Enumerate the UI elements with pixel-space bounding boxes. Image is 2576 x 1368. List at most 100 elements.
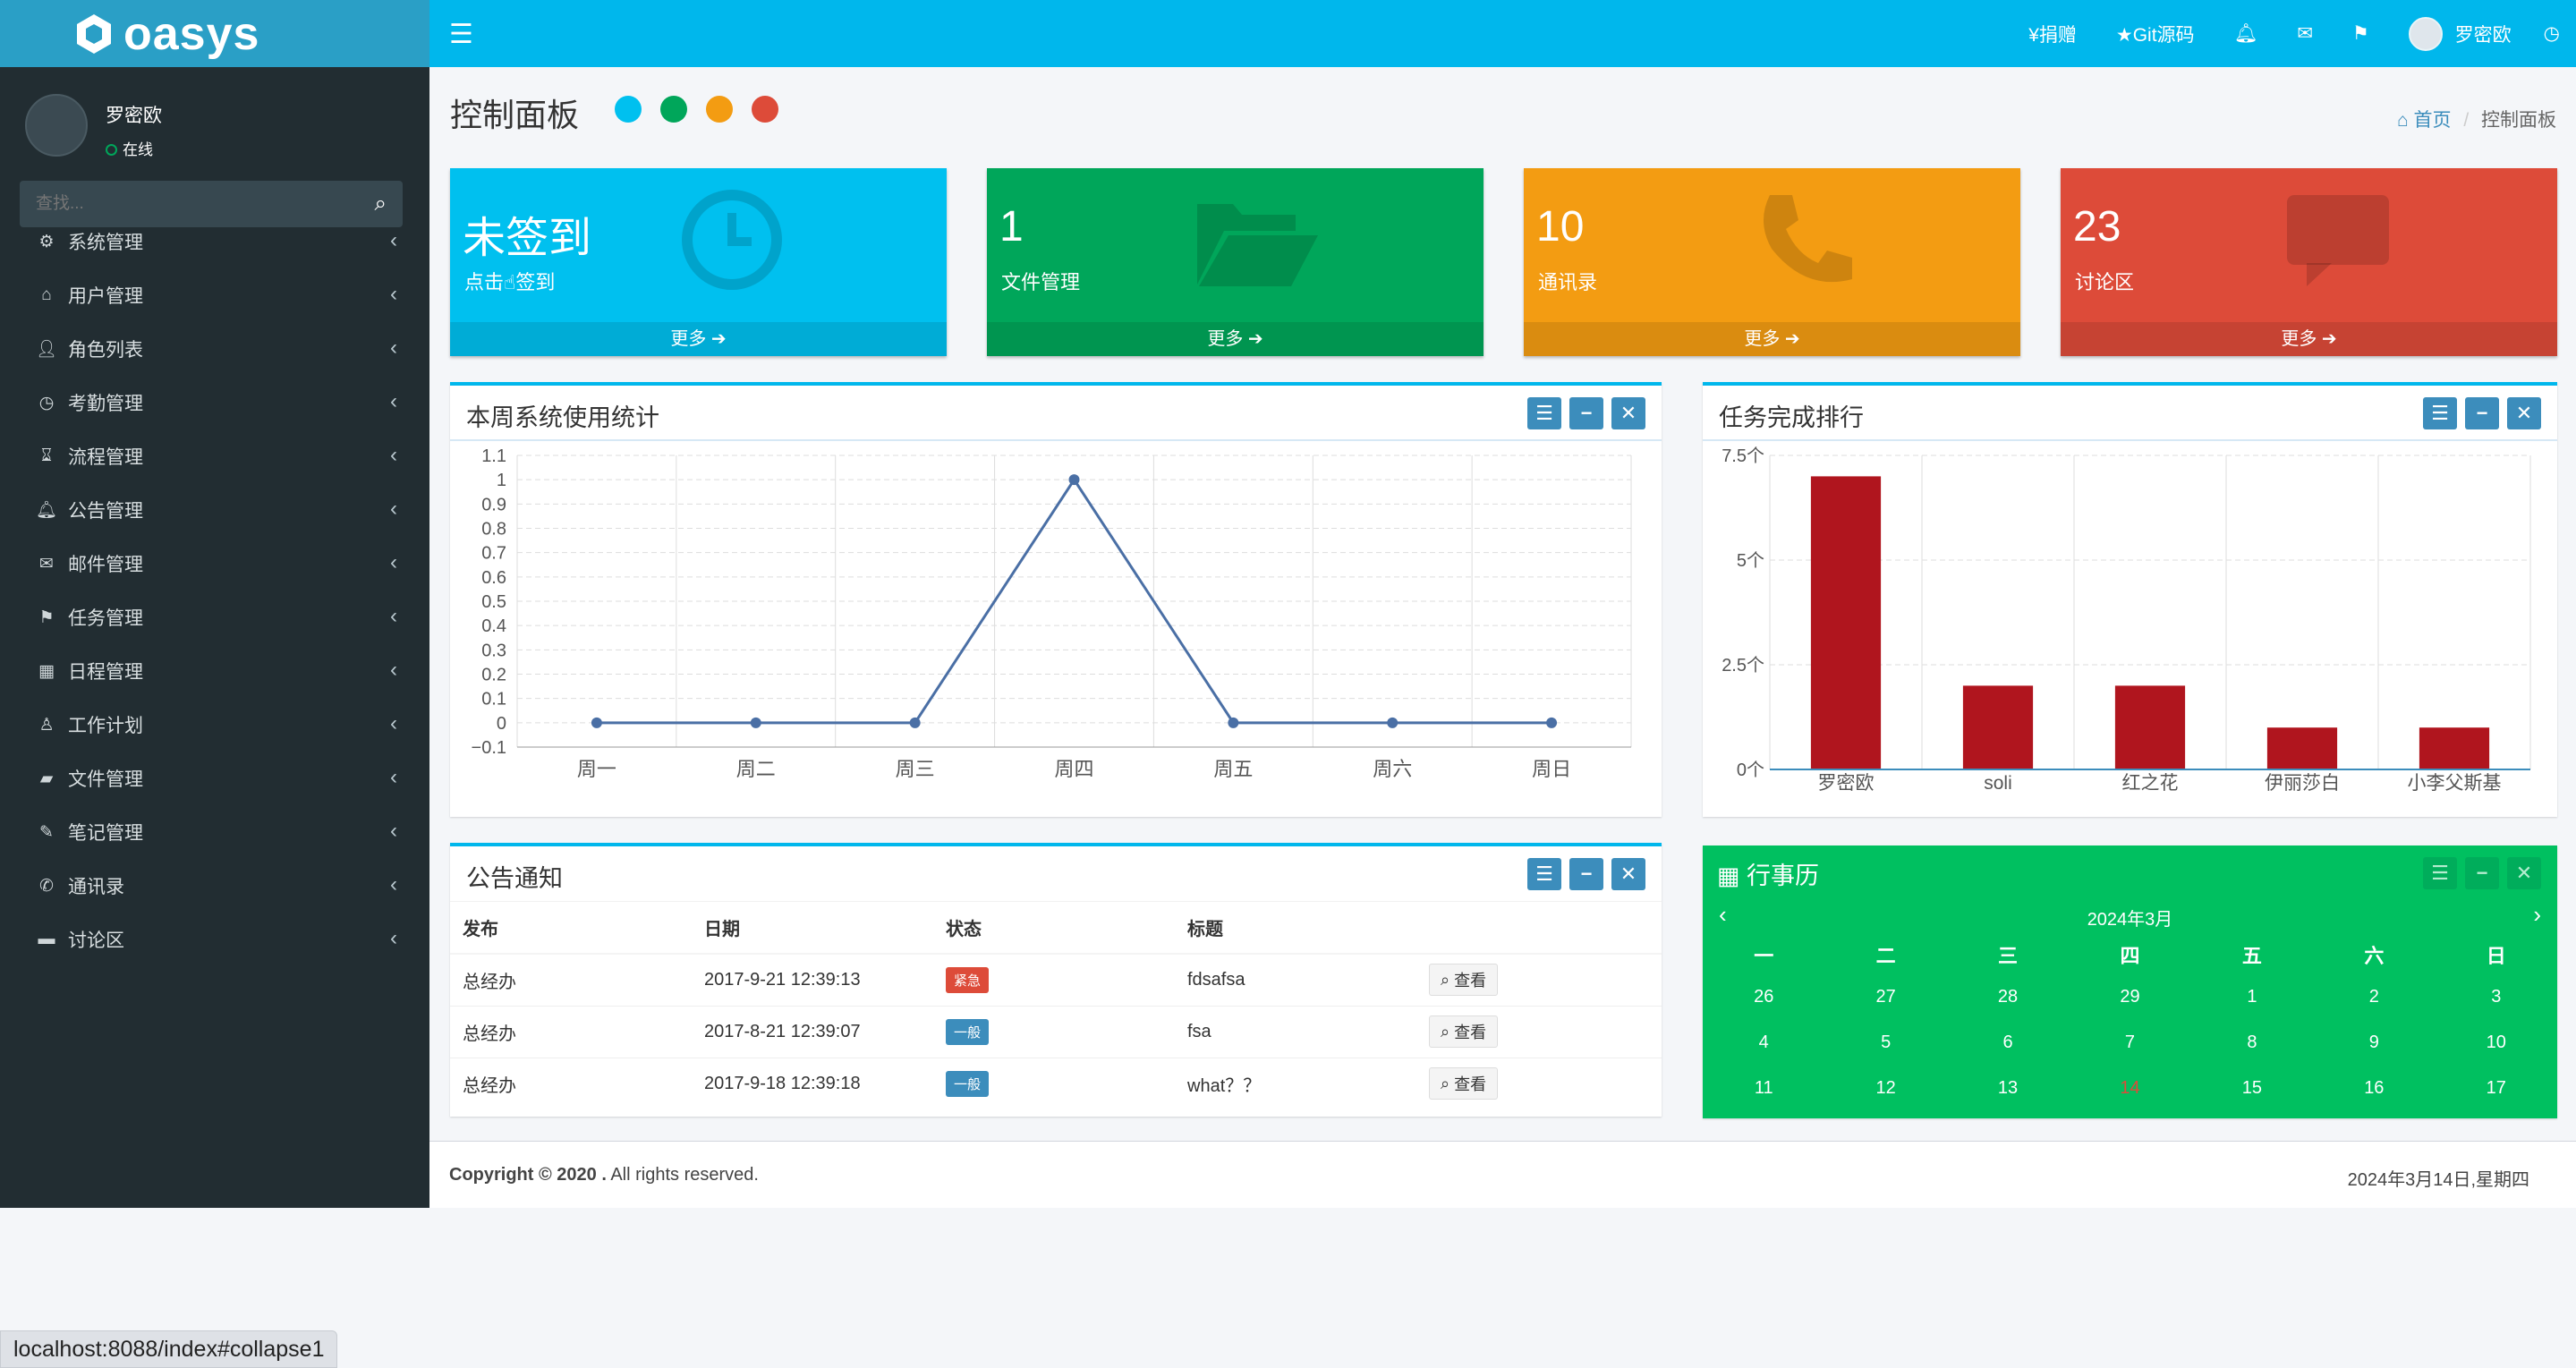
- calendar-day[interactable]: 4: [1703, 1020, 1824, 1066]
- calendar-day[interactable]: 29: [2069, 974, 2190, 1020]
- sidebar-item-label: 考勤管理: [68, 394, 143, 414]
- minus-icon[interactable]: −: [2465, 857, 2499, 889]
- list-icon[interactable]: ☰: [2423, 857, 2457, 889]
- notice-box: 公告通知 ☰ − ✕ 发布 日期 状态 标题 总经办 2017-9-21 12:39:…: [450, 843, 1662, 1117]
- view-button[interactable]: ⌕ 查看: [1429, 964, 1499, 997]
- info-box-2[interactable]: 10 通讯录 更多 ➔: [1524, 168, 2020, 356]
- bar[interactable]: [2266, 727, 2338, 769]
- list-icon[interactable]: ☰: [2423, 397, 2457, 429]
- bell-icon[interactable]: 🔔︎: [2234, 23, 2258, 45]
- chevron-right-icon[interactable]: ›: [2533, 901, 2541, 929]
- sidebar-item-9[interactable]: ♙ 工作计划 ‹: [0, 698, 429, 752]
- sidebar-toggle-icon[interactable]: ☰: [449, 19, 473, 50]
- calendar-day[interactable]: 12: [1824, 1066, 1946, 1111]
- list-icon[interactable]: ☰: [1527, 397, 1561, 429]
- sidebar-item-10[interactable]: ▰ 文件管理 ‹: [0, 752, 429, 805]
- close-icon[interactable]: ✕: [2507, 857, 2541, 889]
- calendar-day[interactable]: 5: [1824, 1020, 1946, 1066]
- calendar-day[interactable]: 26: [1703, 974, 1824, 1020]
- more-link[interactable]: 更多 ➔: [450, 322, 947, 356]
- calendar-day[interactable]: 11: [1703, 1066, 1824, 1111]
- calendar-day[interactable]: 6: [1947, 1020, 2069, 1066]
- minus-icon[interactable]: −: [1569, 858, 1603, 890]
- chevron-left-icon: ‹: [390, 282, 397, 306]
- calendar-day[interactable]: 27: [1824, 974, 1946, 1020]
- clock-icon[interactable]: ◷: [2544, 22, 2560, 45]
- git-link[interactable]: ★Git源码: [2116, 21, 2195, 47]
- info-box-0[interactable]: 未签到 点击☝签到 更多 ➔: [450, 168, 947, 356]
- envelope-icon[interactable]: ✉: [2297, 22, 2313, 45]
- data-point[interactable]: [591, 717, 602, 728]
- calendar-day[interactable]: 17: [2436, 1066, 2557, 1111]
- bar[interactable]: [2114, 685, 2186, 769]
- calendar-day[interactable]: 2: [2313, 974, 2435, 1020]
- data-point[interactable]: [1068, 474, 1080, 486]
- calendar-day[interactable]: 14: [2069, 1066, 2190, 1111]
- data-point[interactable]: [909, 717, 921, 728]
- calendar-day[interactable]: 8: [2191, 1020, 2313, 1066]
- y-tick-label: 0.4: [481, 616, 506, 636]
- sidebar-item-5[interactable]: 🔔︎ 公告管理 ‹: [0, 483, 429, 537]
- calendar-day[interactable]: 28: [1947, 974, 2069, 1020]
- close-icon[interactable]: ✕: [2507, 397, 2541, 429]
- usage-stats-box: 本周系统使用统计 ☰ − ✕ 1.1 1 0.9 0.8 0.7 0.6 0.5 0.4 0.3 0.…: [450, 382, 1662, 817]
- sidebar-item-4[interactable]: ⌛︎ 流程管理 ‹: [0, 429, 429, 483]
- info-box-1[interactable]: 1 文件管理 更多 ➔: [987, 168, 1484, 356]
- task-rank-title: 任务完成排行: [1719, 404, 1864, 431]
- user-menu[interactable]: 罗密欧: [2408, 16, 2512, 51]
- more-link[interactable]: 更多 ➔: [987, 322, 1484, 356]
- sidebar-item-6[interactable]: ✉ 邮件管理 ‹: [0, 537, 429, 591]
- search-input[interactable]: [20, 194, 342, 214]
- sidebar-item-label: 用户管理: [68, 286, 143, 307]
- sidebar-item-label: 系统管理: [68, 233, 143, 253]
- data-point[interactable]: [1387, 717, 1399, 728]
- calendar-day[interactable]: 13: [1947, 1066, 2069, 1111]
- minus-icon[interactable]: −: [1569, 397, 1603, 429]
- theme-color-dot[interactable]: [615, 96, 642, 123]
- notice-action: ⌕ 查看: [1416, 953, 1662, 1006]
- app-logo[interactable]: oasys: [0, 0, 429, 67]
- sidebar-item-1[interactable]: ⌂ 用户管理 ‹: [0, 268, 429, 322]
- more-link[interactable]: 更多 ➔: [1524, 322, 2020, 356]
- flag-icon[interactable]: ⚑: [2352, 22, 2369, 45]
- calendar-day[interactable]: 10: [2436, 1020, 2557, 1066]
- data-point[interactable]: [750, 717, 761, 728]
- close-icon[interactable]: ✕: [1611, 858, 1645, 890]
- search-icon[interactable]: ⌕: [375, 191, 387, 217]
- theme-color-dot[interactable]: [660, 96, 687, 123]
- arrow-circle-right-icon: ➔: [1784, 329, 1800, 349]
- data-point[interactable]: [1546, 717, 1558, 728]
- calendar-day[interactable]: 16: [2313, 1066, 2435, 1111]
- sidebar-item-13[interactable]: ▬ 讨论区 ‹: [0, 913, 429, 966]
- list-icon[interactable]: ☰: [1527, 858, 1561, 890]
- close-icon[interactable]: ✕: [1611, 397, 1645, 429]
- calendar-day[interactable]: 7: [2069, 1020, 2190, 1066]
- more-link[interactable]: 更多 ➔: [2061, 322, 2557, 356]
- sidebar-item-2[interactable]: 👤︎ 角色列表 ‹: [0, 322, 429, 376]
- notice-date: 2017-9-21 12:39:13: [692, 953, 933, 1006]
- sidebar-item-12[interactable]: ✆ 通讯录 ‹: [0, 859, 429, 913]
- info-box-3[interactable]: 23 讨论区 更多 ➔: [2061, 168, 2557, 356]
- donate-link[interactable]: ¥捐赠: [2028, 21, 2077, 47]
- sidebar-item-11[interactable]: ✎ 笔记管理 ‹: [0, 805, 429, 859]
- bar[interactable]: [1810, 476, 1882, 769]
- calendar-day[interactable]: 1: [2191, 974, 2313, 1020]
- sidebar-item-7[interactable]: ⚑ 任务管理 ‹: [0, 591, 429, 644]
- calendar-day[interactable]: 9: [2313, 1020, 2435, 1066]
- data-point[interactable]: [1228, 717, 1239, 728]
- bar[interactable]: [2419, 727, 2490, 769]
- calendar-day[interactable]: 3: [2436, 974, 2557, 1020]
- sidebar-item-0[interactable]: ⚙ 系统管理 ‹: [0, 215, 429, 268]
- sidebar-item-3[interactable]: ◷ 考勤管理 ‹: [0, 376, 429, 429]
- sidebar-item-8[interactable]: ▦ 日程管理 ‹: [0, 644, 429, 698]
- breadcrumb-home[interactable]: ⌂ 首页: [2397, 110, 2452, 131]
- theme-color-dot[interactable]: [752, 96, 778, 123]
- minus-icon[interactable]: −: [2465, 397, 2499, 429]
- bar[interactable]: [1962, 685, 2034, 769]
- view-button[interactable]: ⌕ 查看: [1429, 1067, 1499, 1100]
- graduation-cap-icon: ⌂: [41, 285, 52, 304]
- view-button[interactable]: ⌕ 查看: [1429, 1015, 1499, 1048]
- calendar-day[interactable]: 15: [2191, 1066, 2313, 1111]
- info-box-label[interactable]: 点击☝签到: [464, 267, 555, 295]
- theme-color-dot[interactable]: [706, 96, 733, 123]
